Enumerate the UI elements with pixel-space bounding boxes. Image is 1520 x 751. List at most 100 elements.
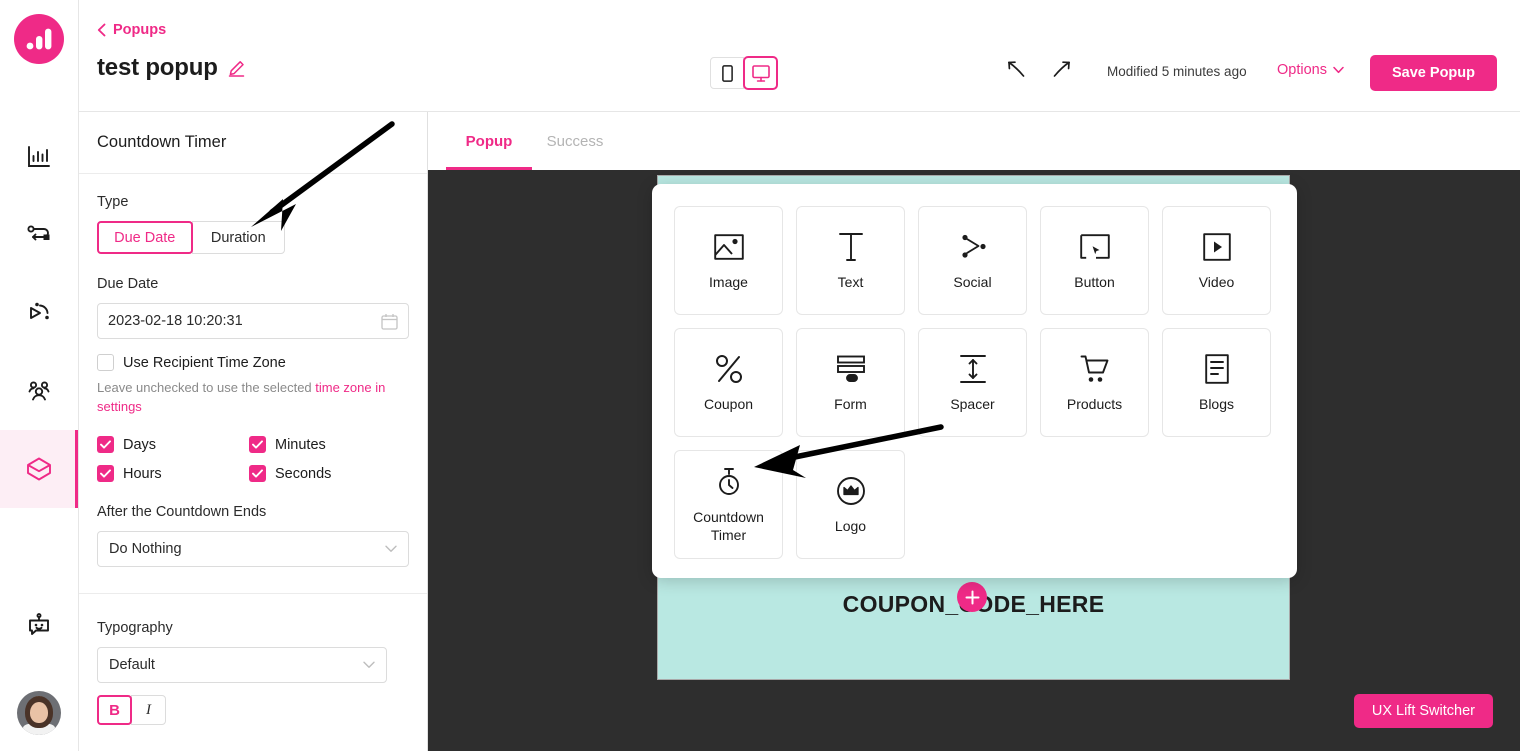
element-label: Image [709, 274, 748, 290]
plus-circle-icon [965, 590, 979, 604]
element-card-spacer[interactable]: Spacer [918, 328, 1027, 437]
typography-value: Default [109, 657, 155, 673]
ux-lift-switcher-button[interactable]: UX Lift Switcher [1353, 694, 1493, 728]
breadcrumb-popups[interactable]: Popups [97, 22, 166, 38]
canvas-tabs: Popup Success [428, 112, 1520, 170]
unit-hours-checkbox[interactable] [97, 465, 114, 482]
box-cube-icon [27, 457, 51, 481]
typography-label: Typography [97, 620, 173, 636]
text-t-icon [838, 230, 864, 264]
app-root: Popups test popup Modified 5 minutes ago… [0, 0, 1520, 751]
settings-panel: Countdown Timer Type Due Date Duration D… [79, 112, 428, 751]
document-lines-icon [1204, 352, 1229, 386]
page-title-wrap: test popup [97, 54, 245, 82]
element-card-form[interactable]: Form [796, 328, 905, 437]
chevron-down-icon [385, 545, 397, 552]
tab-success[interactable]: Success [532, 112, 618, 170]
modified-timestamp: Modified 5 minutes ago [1107, 64, 1247, 79]
redo-button[interactable] [1049, 56, 1075, 82]
element-label: Products [1066, 396, 1123, 412]
options-menu-button[interactable]: Options [1277, 62, 1344, 78]
pencil-edit-icon[interactable] [228, 60, 245, 77]
element-label: Countdown Timer [693, 509, 764, 543]
left-icon-rail [0, 0, 79, 751]
use-recipient-timezone-row[interactable]: Use Recipient Time Zone [97, 354, 409, 371]
options-label: Options [1277, 62, 1327, 78]
page-title: test popup [97, 54, 218, 81]
italic-button[interactable]: I [131, 695, 166, 725]
percent-icon [715, 352, 743, 386]
unit-minutes-row[interactable]: Minutes [249, 436, 409, 453]
element-card-logo[interactable]: Logo [796, 450, 905, 559]
sidebar-item-audience[interactable] [0, 352, 78, 430]
unit-hours-row[interactable]: Hours [97, 465, 249, 482]
unit-days-row[interactable]: Days [97, 436, 249, 453]
sidebar-item-chatbot[interactable] [0, 586, 78, 664]
use-recipient-timezone-checkbox[interactable] [97, 354, 114, 371]
type-option-due-date[interactable]: Due Date [97, 221, 193, 254]
bold-button[interactable]: B [97, 695, 132, 725]
after-countdown-value: Do Nothing [109, 541, 182, 557]
element-card-button[interactable]: Button [1040, 206, 1149, 315]
unit-days-checkbox[interactable] [97, 436, 114, 453]
element-card-products[interactable]: Products [1040, 328, 1149, 437]
chevron-left-icon [97, 23, 106, 37]
sidebar-item-analytics[interactable] [0, 118, 78, 196]
user-avatar[interactable] [17, 691, 61, 735]
element-picker-panel: Image Text Social Button Video Coupon Fo… [652, 184, 1297, 578]
element-card-text[interactable]: Text [796, 206, 905, 315]
typography-select[interactable]: Default [97, 647, 387, 683]
tab-popup[interactable]: Popup [446, 112, 532, 170]
save-popup-button[interactable]: Save Popup [1370, 55, 1497, 91]
element-card-image[interactable]: Image [674, 206, 783, 315]
due-date-value: 2023-02-18 10:20:31 [108, 313, 243, 329]
desktop-device-icon [751, 64, 770, 82]
element-card-blogs[interactable]: Blogs [1162, 328, 1271, 437]
unit-minutes-checkbox[interactable] [249, 436, 266, 453]
button-cursor-icon [1079, 230, 1110, 264]
add-block-button[interactable] [957, 582, 987, 612]
after-countdown-select[interactable]: Do Nothing [97, 531, 409, 567]
crown-circle-icon [836, 474, 866, 508]
sidebar-item-campaigns[interactable] [0, 274, 78, 352]
sidebar-item-spacer [0, 508, 78, 586]
type-segmented-control: Due Date Duration [97, 221, 285, 254]
form-lines-icon [836, 352, 866, 386]
element-label: Social [953, 274, 992, 290]
element-label: Logo [834, 518, 867, 534]
stopwatch-icon [715, 465, 743, 499]
sidebar-item-flows[interactable] [0, 196, 78, 274]
unit-seconds-checkbox[interactable] [249, 465, 266, 482]
element-label: Text [837, 274, 864, 290]
social-share-icon [958, 230, 988, 264]
element-card-coupon[interactable]: Coupon [674, 328, 783, 437]
unit-minutes-label: Minutes [275, 436, 326, 453]
breadcrumb-label: Popups [113, 22, 167, 38]
element-picker-grid: Image Text Social Button Video Coupon Fo… [674, 206, 1297, 559]
chevron-down-icon [1333, 66, 1344, 74]
element-card-countdown-timer[interactable]: Countdown Timer [674, 450, 783, 559]
undo-button[interactable] [1003, 56, 1029, 82]
device-mobile-button[interactable] [710, 57, 744, 89]
redo-arrow-icon [1053, 61, 1070, 77]
video-play-icon [1202, 230, 1231, 264]
rail-bottom [0, 691, 78, 751]
type-option-duration[interactable]: Duration [191, 221, 285, 254]
bar-chart-icon [28, 146, 50, 167]
sidebar-item-popups[interactable] [0, 430, 78, 508]
element-card-video[interactable]: Video [1162, 206, 1271, 315]
element-label: Form [834, 396, 867, 412]
calendar-icon[interactable] [381, 313, 398, 335]
shopping-cart-icon [1080, 352, 1110, 386]
element-card-social[interactable]: Social [918, 206, 1027, 315]
check-icon [252, 440, 263, 449]
due-date-input[interactable]: 2023-02-18 10:20:31 [97, 303, 409, 339]
send-campaign-icon [30, 302, 49, 320]
unit-seconds-row[interactable]: Seconds [249, 465, 409, 482]
device-desktop-button[interactable] [743, 56, 778, 90]
app-logo[interactable] [14, 14, 64, 64]
unit-days-label: Days [123, 436, 157, 453]
undo-arrow-icon [1008, 61, 1025, 77]
typography-style-buttons: B I [97, 695, 409, 725]
people-group-icon [28, 381, 50, 401]
